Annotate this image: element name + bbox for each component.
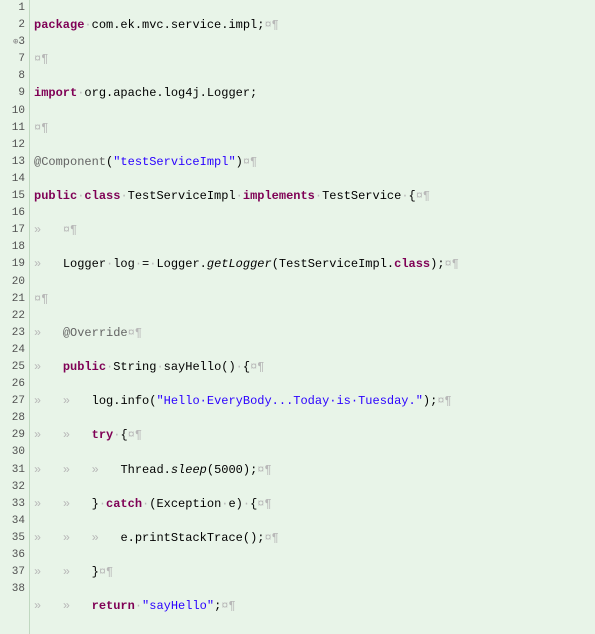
code-line[interactable]: ¤¶ xyxy=(34,291,595,308)
code-editor[interactable]: package·com.ek.mvc.service.impl;¤¶ ¤¶ im… xyxy=(30,0,595,634)
line-number: 24 xyxy=(0,342,25,359)
line-number: 37 xyxy=(0,564,25,581)
line-number: 16 xyxy=(0,205,25,222)
code-line[interactable]: » » » Thread.sleep(5000);¤¶ xyxy=(34,462,595,479)
line-number: 11 xyxy=(0,120,25,137)
line-number: ⊕3 xyxy=(0,34,25,51)
line-number: 22 xyxy=(0,308,25,325)
line-number: 15 xyxy=(0,188,25,205)
line-number: 31 xyxy=(0,462,25,479)
code-line[interactable]: ¤¶ xyxy=(34,51,595,68)
code-line[interactable]: package·com.ek.mvc.service.impl;¤¶ xyxy=(34,17,595,34)
line-number: 14 xyxy=(0,171,25,188)
line-number: 27 xyxy=(0,393,25,410)
line-number: 8 xyxy=(0,68,25,85)
code-line[interactable]: » » }¤¶ xyxy=(34,564,595,581)
line-number-gutter: 1 2 ⊕3 7 8 9 10 11 12 13 14 15 16 17 18 … xyxy=(0,0,30,634)
line-number: 10 xyxy=(0,103,25,120)
line-number: 25 xyxy=(0,359,25,376)
code-line[interactable]: » » » e.printStackTrace();¤¶ xyxy=(34,530,595,547)
line-number: 1 xyxy=(0,0,25,17)
line-number: 30 xyxy=(0,444,25,461)
code-line[interactable]: » » return·"sayHello";¤¶ xyxy=(34,598,595,615)
line-number: 33 xyxy=(0,496,25,513)
code-line[interactable]: » ¤¶ xyxy=(34,222,595,239)
line-number: 23 xyxy=(0,325,25,342)
line-number: 26 xyxy=(0,376,25,393)
code-line[interactable]: ¤¶ xyxy=(34,120,595,137)
code-line[interactable]: » » log.info("Hello·EveryBody...Today·is… xyxy=(34,393,595,410)
line-number: 32 xyxy=(0,479,25,496)
code-line[interactable]: » » try·{¤¶ xyxy=(34,427,595,444)
line-number: 18 xyxy=(0,239,25,256)
code-line[interactable]: » » }·catch·(Exception·e)·{¤¶ xyxy=(34,496,595,513)
line-number: 7 xyxy=(0,51,25,68)
line-number: 35 xyxy=(0,530,25,547)
line-number: 19 xyxy=(0,256,25,273)
code-line[interactable]: @Component("testServiceImpl")¤¶ xyxy=(34,154,595,171)
line-number: 17 xyxy=(0,222,25,239)
code-line[interactable]: » Logger·log·=·Logger.getLogger(TestServ… xyxy=(34,256,595,273)
code-line[interactable]: » public·String·sayHello()·{¤¶ xyxy=(34,359,595,376)
code-line[interactable]: import·org.apache.log4j.Logger; xyxy=(34,85,595,102)
line-number: 36 xyxy=(0,547,25,564)
code-line[interactable]: » @Override¤¶ xyxy=(34,325,595,342)
line-number: 28 xyxy=(0,410,25,427)
code-line[interactable]: public·class·TestServiceImpl·implements·… xyxy=(34,188,595,205)
line-number: 2 xyxy=(0,17,25,34)
line-number: 34 xyxy=(0,513,25,530)
line-number: 13 xyxy=(0,154,25,171)
line-number: 21 xyxy=(0,291,25,308)
line-number: 9 xyxy=(0,85,25,102)
line-number: 20 xyxy=(0,274,25,291)
line-number: 38 xyxy=(0,581,25,598)
line-number: 29 xyxy=(0,427,25,444)
line-number: 12 xyxy=(0,137,25,154)
